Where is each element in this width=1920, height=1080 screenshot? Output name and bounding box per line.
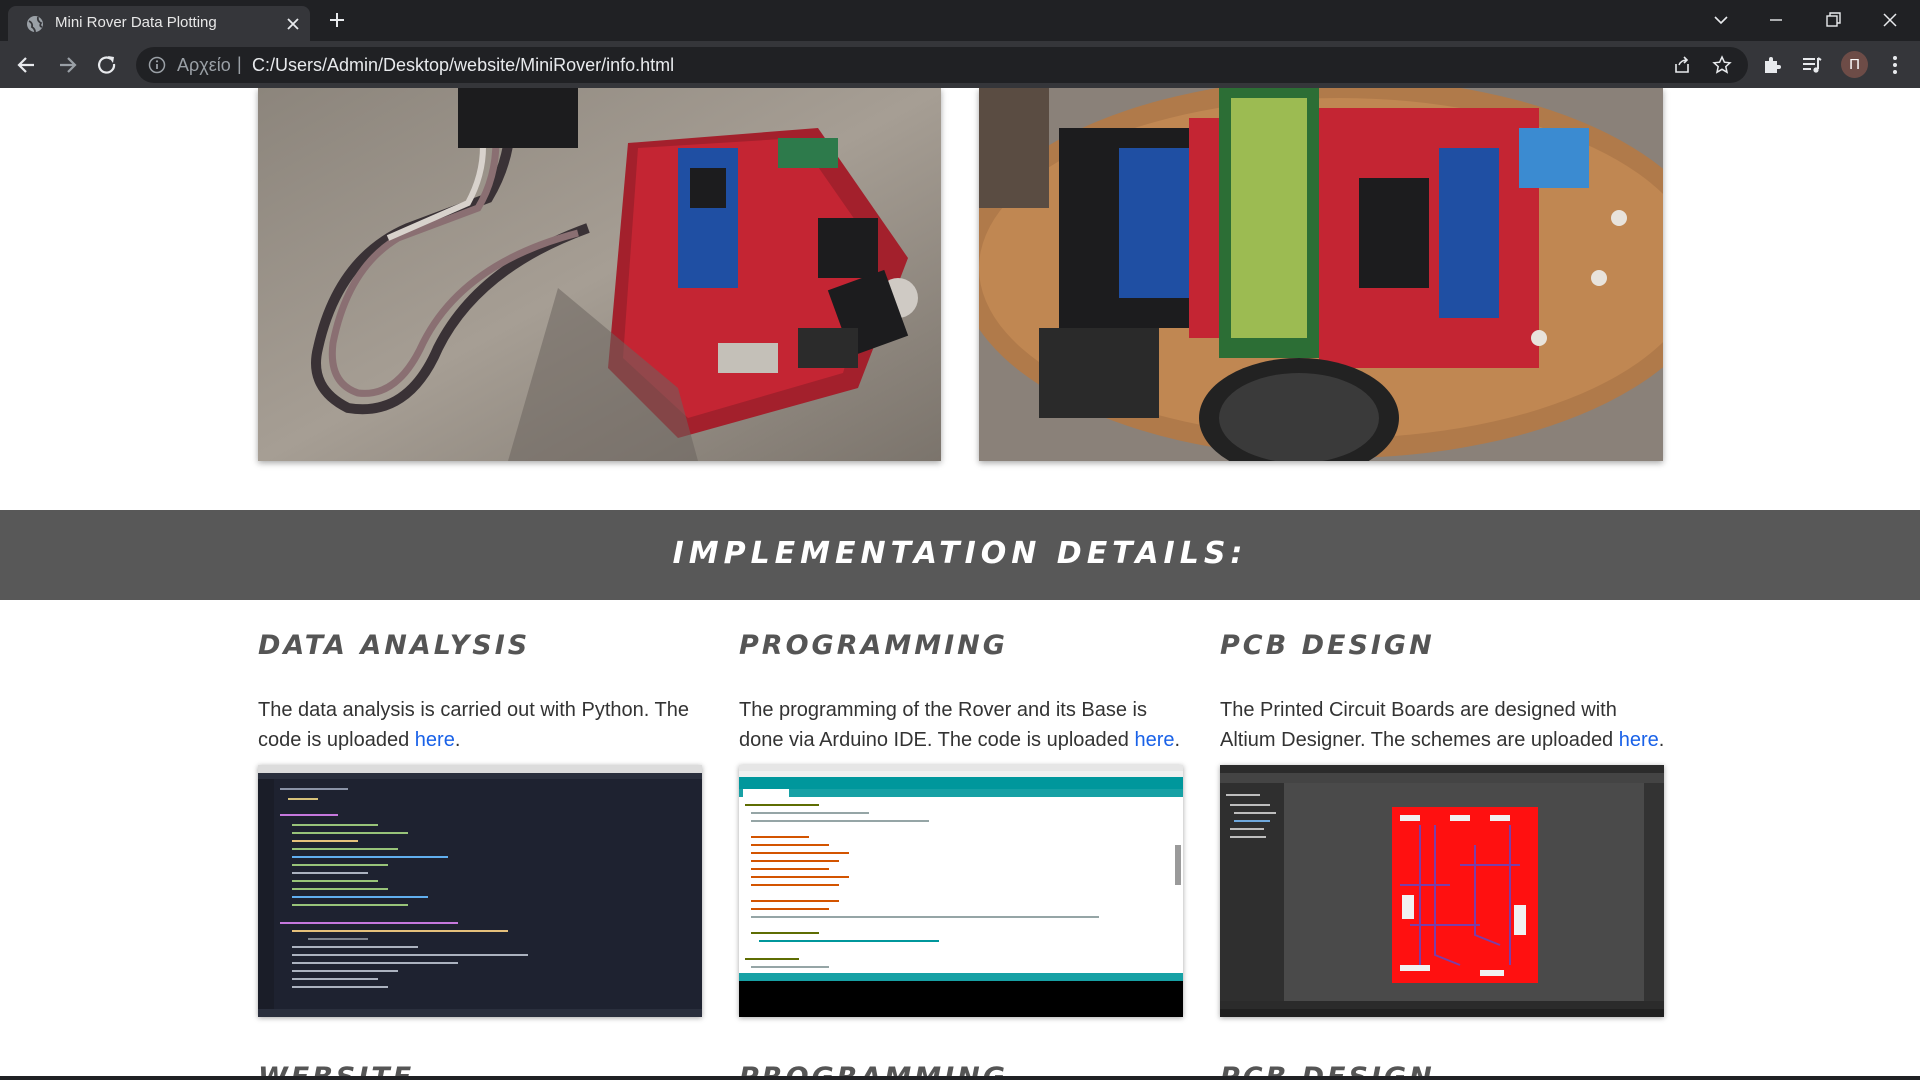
section-title: IMPLEMENTATION DETAILS: [672, 536, 1248, 571]
plus-icon[interactable] [327, 10, 347, 30]
address-bar[interactable]: Αρχείο | C:/Users/Admin/Desktop/website/… [136, 47, 1748, 83]
python-editor-screenshot [258, 765, 702, 1017]
close-window-icon[interactable] [1876, 6, 1904, 34]
description-text: The data analysis is carried out with Py… [258, 699, 689, 751]
reload-icon[interactable] [94, 52, 120, 78]
info-icon[interactable] [148, 56, 166, 74]
code-link[interactable]: here [415, 729, 455, 751]
restore-icon[interactable] [1819, 6, 1847, 34]
close-icon[interactable] [284, 15, 302, 33]
chevron-down-icon[interactable] [1707, 6, 1735, 34]
media-queue-icon[interactable] [1801, 54, 1823, 76]
rover-base-photo [979, 88, 1663, 461]
implementation-banner: IMPLEMENTATION DETAILS: [0, 510, 1920, 600]
column-description: The programming of the Rover and its Bas… [739, 695, 1184, 755]
url-separator: | [237, 54, 242, 74]
description-end: . [1658, 729, 1665, 751]
forward-arrow-icon[interactable] [54, 52, 80, 78]
star-icon[interactable] [1712, 55, 1732, 75]
minimize-icon[interactable] [1762, 6, 1790, 34]
page-viewport: IMPLEMENTATION DETAILS: DATA ANALYSIS Th… [0, 88, 1920, 1080]
url-text[interactable]: C:/Users/Admin/Desktop/website/MiniRover… [252, 55, 674, 76]
schemes-link[interactable]: here [1619, 729, 1659, 751]
column-title: DATA ANALYSIS [258, 630, 531, 661]
arduino-ide-screenshot [739, 765, 1183, 1017]
rover-board-photo [258, 88, 941, 461]
browser-tab[interactable]: Mini Rover Data Plotting [8, 6, 310, 41]
globe-icon [27, 16, 43, 33]
share-icon[interactable] [1672, 55, 1692, 75]
data-analysis-column: DATA ANALYSIS The data analysis is carri… [258, 630, 703, 755]
programming-column: PROGRAMMING The programming of the Rover… [739, 630, 1184, 755]
url-scheme-label: Αρχείο [177, 55, 231, 75]
altium-designer-screenshot [1220, 765, 1664, 1017]
description-text: The programming of the Rover and its Bas… [739, 699, 1147, 751]
column-title: PROGRAMMING [739, 630, 1008, 661]
kebab-menu-icon[interactable] [1884, 54, 1906, 76]
tab-title: Mini Rover Data Plotting [55, 14, 217, 31]
profile-avatar[interactable]: Π [1841, 51, 1868, 78]
column-description: The data analysis is carried out with Py… [258, 695, 703, 755]
column-description: The Printed Circuit Boards are designed … [1220, 695, 1665, 755]
puzzle-icon[interactable] [1761, 54, 1783, 76]
browser-toolbar: Αρχείο | C:/Users/Admin/Desktop/website/… [0, 41, 1920, 88]
column-title: PCB DESIGN [1220, 630, 1435, 661]
description-text: The Printed Circuit Boards are designed … [1220, 699, 1619, 751]
window-bottom-edge [0, 1076, 1920, 1080]
description-end: . [454, 729, 461, 751]
description-end: . [1174, 729, 1181, 751]
pcb-design-column: PCB DESIGN The Printed Circuit Boards ar… [1220, 630, 1665, 755]
back-arrow-icon[interactable] [14, 52, 40, 78]
code-link[interactable]: here [1134, 729, 1174, 751]
tab-strip: Mini Rover Data Plotting [0, 0, 1920, 41]
